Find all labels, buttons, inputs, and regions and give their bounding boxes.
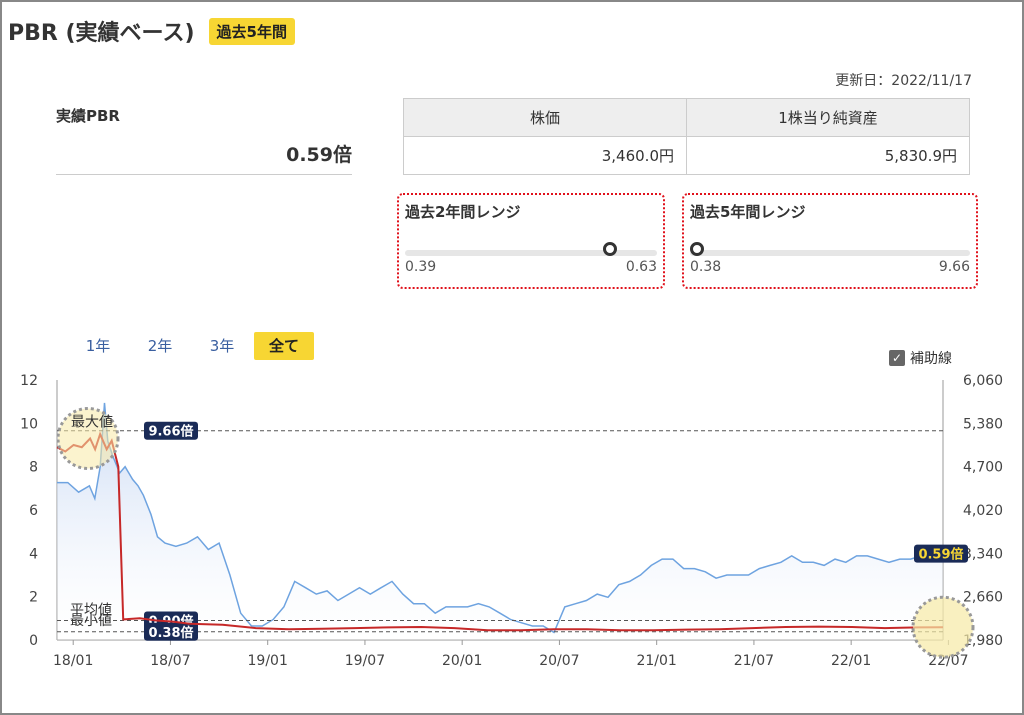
pbr-chart: 0246810121,9802,6603,3404,0204,7005,3806… bbox=[20, 373, 1003, 669]
left-tick-label: 10 bbox=[20, 416, 38, 432]
x-tick-label: 19/07 bbox=[345, 653, 385, 669]
x-tick-label: 19/01 bbox=[248, 653, 288, 669]
stock-price-value: 3,460.0円 bbox=[403, 136, 687, 175]
period-badge: 過去5年間 bbox=[208, 17, 295, 45]
right-tick-label: 4,020 bbox=[963, 503, 1003, 519]
x-tick-label: 18/01 bbox=[53, 653, 93, 669]
left-tick-label: 8 bbox=[29, 460, 38, 476]
range-2y-title: 過去2年間レンジ bbox=[405, 203, 521, 221]
range-5y-marker bbox=[690, 242, 704, 256]
range-2y-track bbox=[405, 250, 657, 256]
stock-price-header: 株価 bbox=[403, 98, 687, 137]
x-tick-label: 20/07 bbox=[539, 653, 579, 669]
actual-pbr-label: 実績PBR bbox=[56, 107, 120, 125]
x-tick-label: 20/01 bbox=[442, 653, 482, 669]
x-tick-label: 22/01 bbox=[831, 653, 871, 669]
page-title: PBR (実績ベース) bbox=[8, 21, 195, 46]
header: PBR (実績ベース) 過去5年間 bbox=[8, 15, 295, 47]
right-tick-label: 3,340 bbox=[963, 546, 1003, 562]
table-header-row: 株価 1株当り純資産 bbox=[403, 98, 970, 137]
ref-badge-label: 0.38倍 bbox=[148, 625, 193, 641]
left-tick-label: 12 bbox=[20, 373, 38, 389]
x-tick-label: 18/07 bbox=[150, 653, 190, 669]
bps-value: 5,830.9円 bbox=[686, 136, 970, 175]
left-tick-label: 2 bbox=[29, 590, 38, 606]
x-tick-label: 21/07 bbox=[734, 653, 774, 669]
table-row: 3,460.0円 5,830.9円 bbox=[403, 136, 970, 175]
divider bbox=[56, 174, 352, 175]
updated-date: 更新日：2022/11/17 bbox=[835, 73, 972, 89]
range-2y-max: 0.63 bbox=[625, 259, 657, 275]
right-tick-label: 5,380 bbox=[963, 416, 1003, 432]
range-5y-track bbox=[690, 250, 970, 256]
left-tick-label: 0 bbox=[29, 633, 38, 649]
bps-header: 1株当り純資産 bbox=[686, 98, 970, 137]
ref-badge-label: 9.66倍 bbox=[148, 424, 193, 440]
left-tick-label: 4 bbox=[29, 546, 38, 562]
tab-2y[interactable]: 2年 bbox=[130, 332, 190, 360]
range-2y-marker bbox=[602, 242, 617, 256]
tab-3y[interactable]: 3年 bbox=[192, 332, 252, 360]
range-2y-min: 0.39 bbox=[405, 259, 437, 275]
current-highlight bbox=[911, 595, 975, 659]
current-badge-label: 0.59倍 bbox=[918, 547, 963, 563]
price-table: 株価 1株当り純資産 3,460.0円 5,830.9円 bbox=[403, 98, 970, 175]
range-5y-box: 過去5年間レンジ 0.38 9.66 bbox=[682, 193, 978, 289]
range-2y-box: 過去2年間レンジ 0.39 0.63 bbox=[397, 193, 665, 289]
right-tick-label: 4,700 bbox=[963, 460, 1003, 476]
x-tick-label: 21/01 bbox=[636, 653, 676, 669]
right-tick-label: 2,660 bbox=[963, 590, 1003, 606]
tab-all[interactable]: 全て bbox=[254, 332, 314, 360]
range-5y-min: 0.38 bbox=[690, 259, 722, 275]
left-tick-label: 6 bbox=[29, 503, 38, 519]
range-5y-max: 9.66 bbox=[938, 259, 970, 275]
right-tick-label: 6,060 bbox=[963, 373, 1003, 389]
period-tabs: 1年 2年 3年 全て bbox=[68, 332, 316, 360]
actual-pbr-value: 0.59倍 bbox=[286, 144, 352, 166]
ref-name-label: 最小値 bbox=[70, 613, 112, 629]
range-5y-title: 過去5年間レンジ bbox=[690, 203, 806, 221]
ref-name-label: 最大値 bbox=[71, 415, 113, 431]
tab-1y[interactable]: 1年 bbox=[68, 332, 128, 360]
